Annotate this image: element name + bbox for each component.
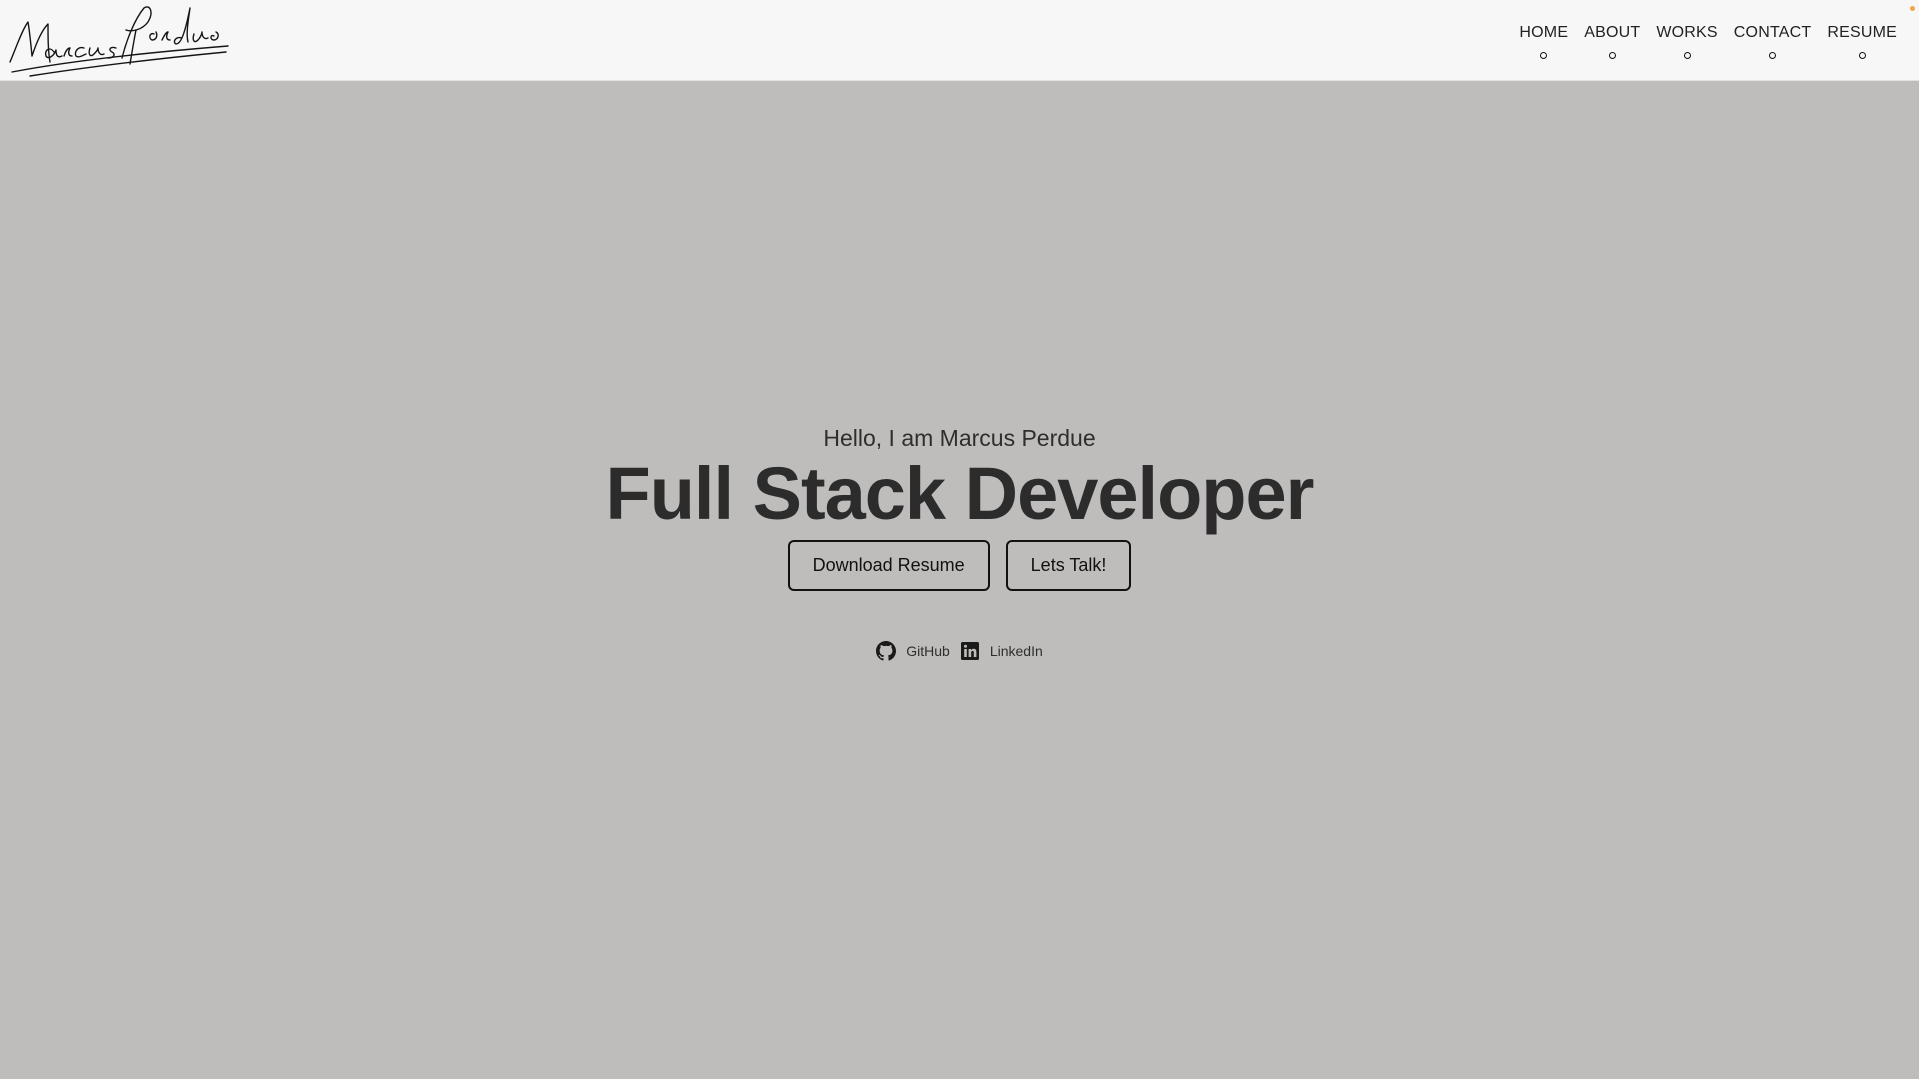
linkedin-label: LinkedIn	[989, 643, 1043, 659]
nav-item-works[interactable]: WORKS	[1656, 22, 1718, 59]
nav-dot-icon	[1858, 52, 1866, 59]
logo-signature[interactable]	[4, 0, 234, 80]
nav-label-about: ABOUT	[1584, 24, 1641, 41]
lets-talk-button[interactable]: Lets Talk!	[1005, 540, 1132, 591]
nav-item-home[interactable]: HOME	[1519, 22, 1568, 59]
social-links: GitHub LinkedIn	[0, 641, 1919, 661]
nav-dot-icon	[1540, 52, 1548, 59]
download-resume-button[interactable]: Download Resume	[787, 540, 990, 591]
linkedin-link[interactable]: LinkedIn	[960, 641, 1043, 661]
github-icon	[876, 641, 897, 661]
signature-logo-image	[9, 6, 229, 77]
nav-item-about[interactable]: ABOUT	[1584, 22, 1640, 59]
nav-item-resume[interactable]: RESUME	[1827, 22, 1897, 59]
nav-label-resume: RESUME	[1827, 24, 1897, 41]
nav-label-home: HOME	[1519, 24, 1569, 41]
linkedin-icon	[960, 642, 979, 660]
nav-label-works: WORKS	[1656, 24, 1718, 41]
hero-headline: Full Stack Developer	[605, 452, 1315, 535]
hero-greeting: Hello, I am Marcus Perdue	[823, 425, 1096, 451]
site-header: HOME ABOUT WORKS CONTACT RESUME	[0, 0, 1919, 81]
nav-dot-icon	[1608, 52, 1616, 59]
nav-dot-icon	[1683, 52, 1691, 59]
nav-label-contact: CONTACT	[1733, 24, 1812, 41]
main-nav: HOME ABOUT WORKS CONTACT RESUME	[1503, 22, 1897, 59]
github-link[interactable]: GitHub	[876, 641, 950, 661]
nav-item-contact[interactable]: CONTACT	[1734, 22, 1812, 59]
hero-section: Hello, I am Marcus Perdue Full Stack Dev…	[0, 420, 1919, 661]
cta-row: Download Resume Lets Talk!	[0, 540, 1919, 591]
github-label: GitHub	[906, 643, 950, 659]
status-dot	[1910, 6, 1915, 11]
nav-dot-icon	[1769, 52, 1777, 59]
